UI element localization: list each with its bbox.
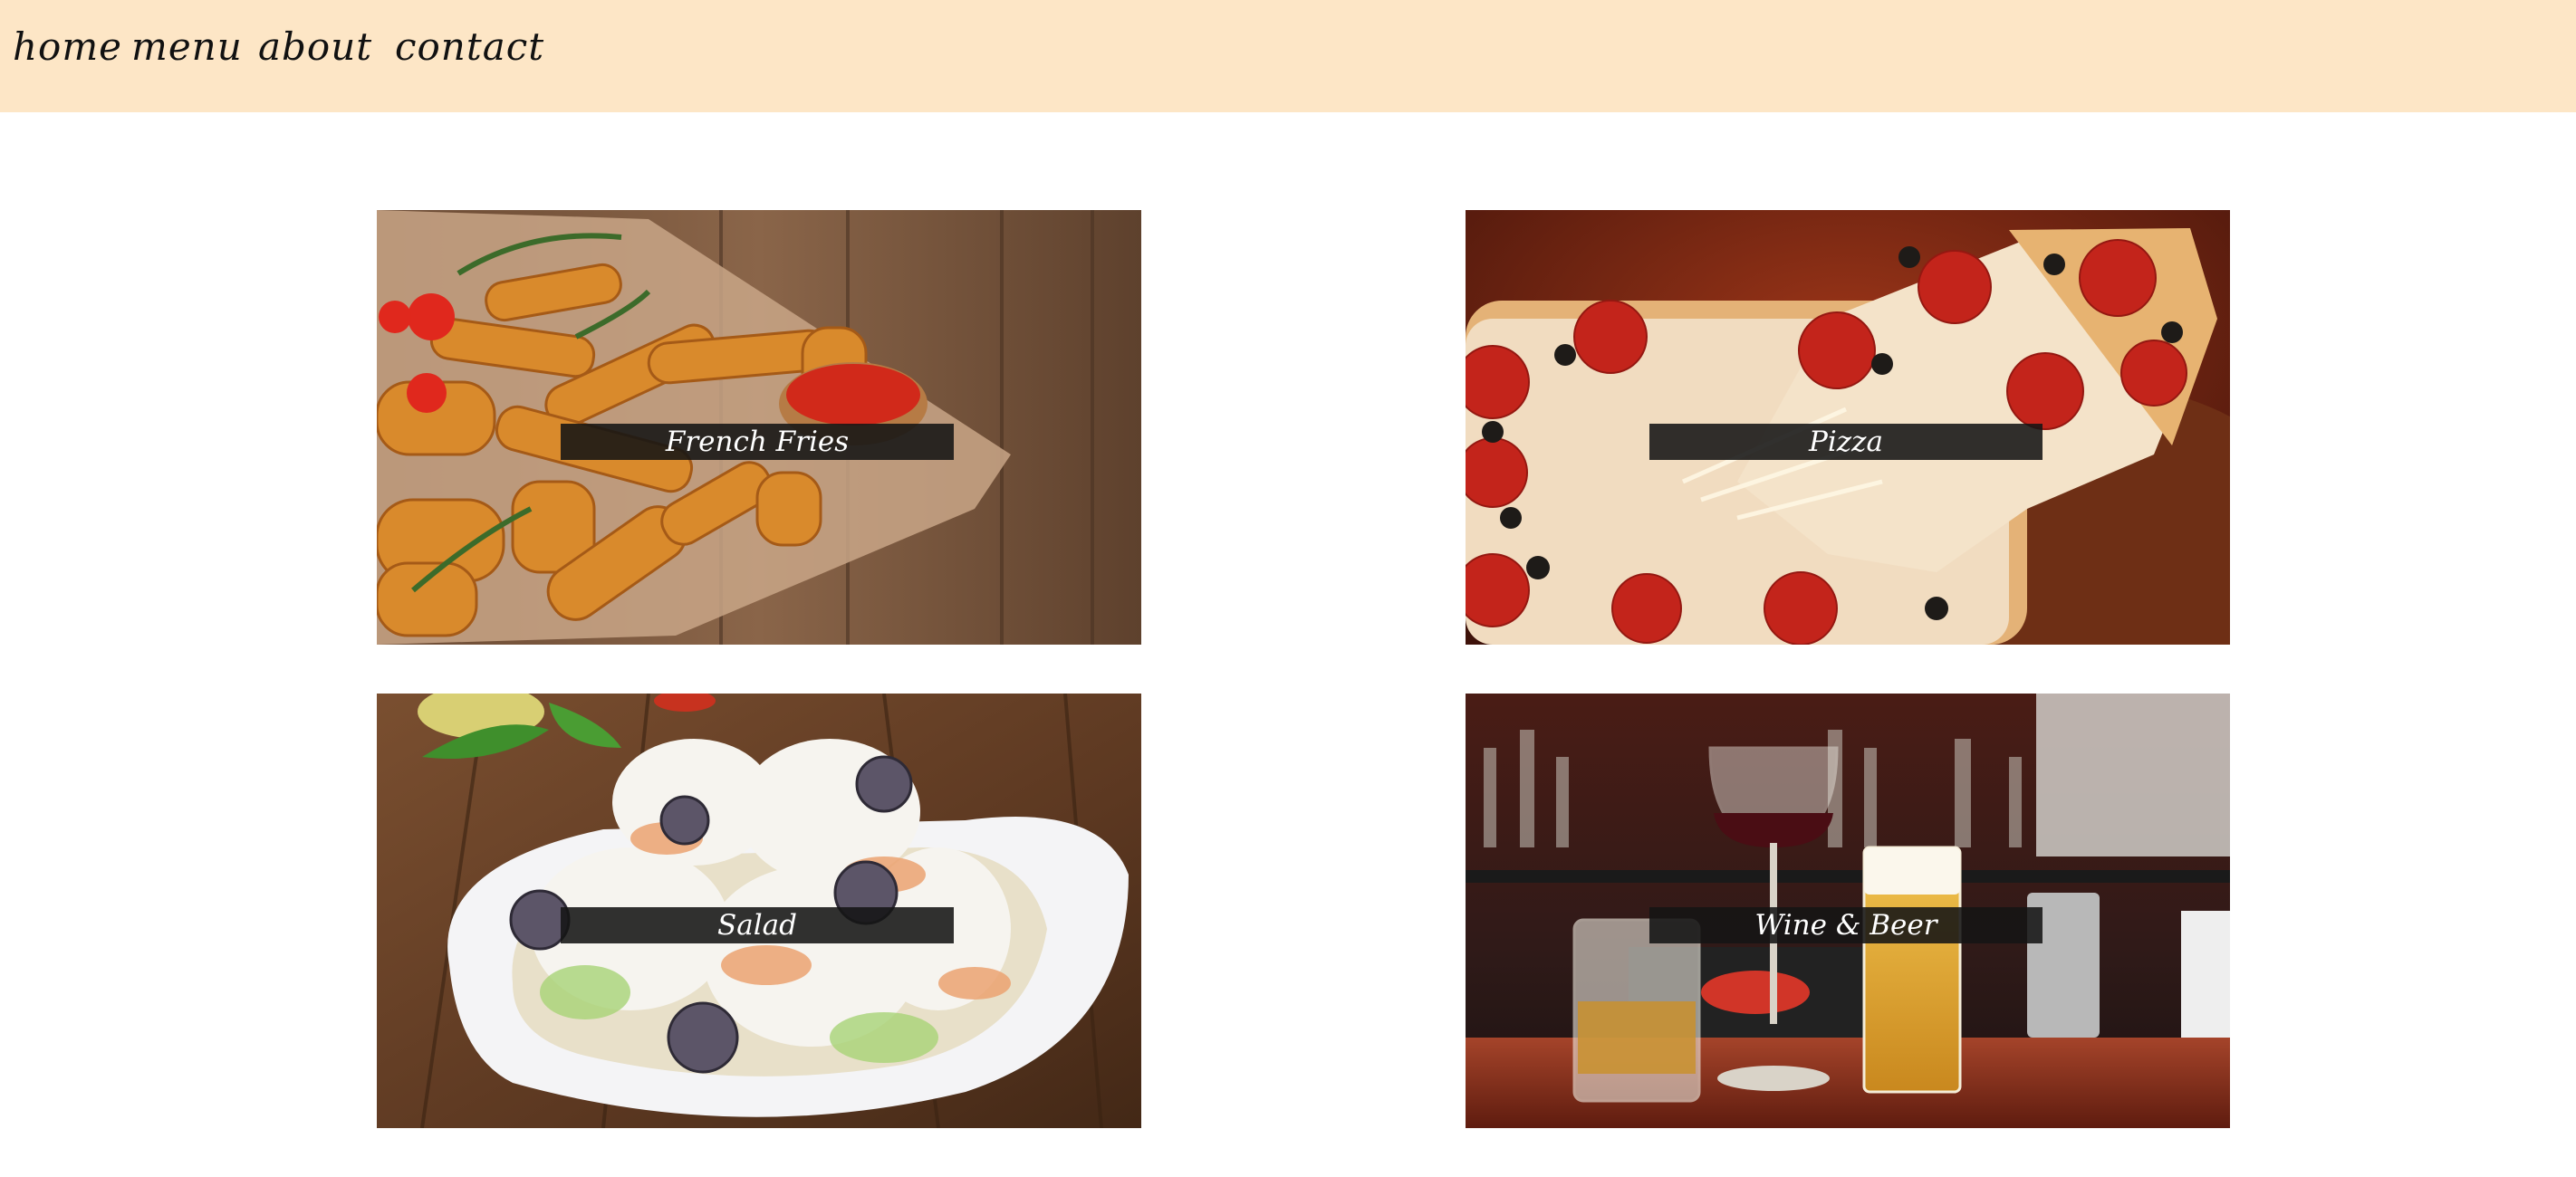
menu-card-salad[interactable]: Salad [377, 694, 1141, 1128]
nav-link-contact[interactable]: contact [395, 18, 544, 76]
card-label-salad: Salad [561, 907, 954, 943]
card-label-french-fries: French Fries [561, 424, 954, 460]
nav-link-home[interactable]: home [13, 18, 122, 76]
nav-link-about[interactable]: about [258, 18, 372, 76]
menu-card-wine-beer[interactable]: Wine & Beer [1466, 694, 2230, 1128]
card-label-wine-beer: Wine & Beer [1649, 907, 2043, 943]
card-label-pizza: Pizza [1649, 424, 2043, 460]
menu-card-french-fries[interactable]: French Fries [377, 210, 1141, 645]
menu-card-pizza[interactable]: Pizza [1466, 210, 2230, 645]
top-nav-bar: home menu about contact [0, 0, 2576, 112]
nav-link-menu[interactable]: menu [131, 18, 243, 76]
